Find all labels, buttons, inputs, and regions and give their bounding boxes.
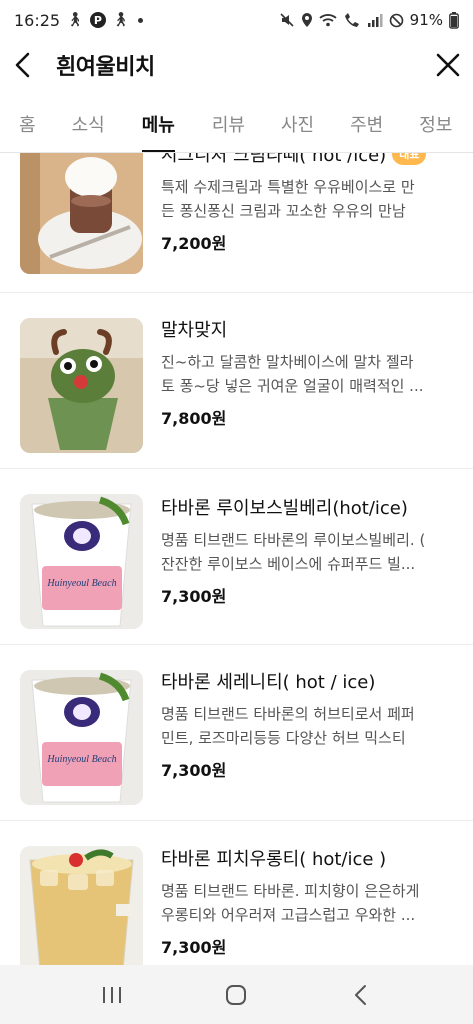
menu-item-image: Huinyeoul Beach [20, 670, 143, 805]
nav-back-button[interactable] [331, 972, 391, 1018]
description-line: 든 퐁신퐁신 크림과 꼬소한 우유의 만남 [161, 202, 406, 220]
recent-apps-button[interactable] [82, 972, 142, 1018]
menu-list: 시그니처 크림라떼( hot /ice) 대표 특제 수제크림과 특별한 우유베… [0, 153, 473, 965]
description-line: 명품 티브랜드 타바론의 허브티로서 페퍼 [161, 705, 415, 723]
menu-item-description: 명품 티브랜드 타바론의 허브티로서 페퍼 민트, 로즈마리등등 다양산 허브 … [161, 702, 455, 750]
back-icon [354, 984, 366, 1005]
description-line: 토 퐁~당 넣은 귀여운 얼굴이 매력적인 ... [161, 377, 424, 395]
description-line: 민트, 로즈마리등등 다양산 허브 믹스티 [161, 729, 406, 747]
tab-home[interactable]: 홈 [19, 95, 36, 152]
menu-item-description: 진~하고 달콤한 말차베이스에 말차 젤라 토 퐁~당 넣은 귀여운 얼굴이 매… [161, 350, 455, 398]
wifi-icon [319, 14, 337, 27]
status-time: 16:25 [14, 10, 61, 30]
description-line: 잔잔한 루이보스 베이스에 슈퍼푸드 빌... [161, 555, 416, 573]
cup-logo-text: Huinyeoul Beach [46, 578, 116, 589]
dnd-icon [389, 13, 403, 27]
menu-item-name: 말차맞지 [161, 316, 455, 342]
menu-item-title: 타바론 세레니티( hot / ice) [161, 672, 376, 693]
menu-item[interactable]: 타바론 피치우롱티( hot/ice ) 명품 티브랜드 타바론. 피치향이 은… [0, 821, 473, 965]
top-app-bar: 흰여울비치 [0, 40, 473, 90]
menu-item-image [20, 846, 143, 965]
dot-icon [137, 17, 143, 23]
menu-item-description: 명품 티브랜드 타바론. 피치향이 은은하게 우롱티와 어우러져 고급스럽고 우… [161, 879, 455, 927]
system-nav-bar [0, 965, 473, 1024]
battery-percent: 91% [409, 11, 443, 29]
menu-item-description: 명품 티브랜드 타바론의 루이보스빌베리. ( 잔잔한 루이보스 베이스에 슈퍼… [161, 528, 455, 576]
chevron-left-icon [15, 52, 30, 78]
tab-news[interactable]: 소식 [72, 95, 105, 152]
menu-item[interactable]: 말차맞지 진~하고 달콤한 말차베이스에 말차 젤라 토 퐁~당 넣은 귀여운 … [0, 293, 473, 469]
menu-item-name: 타바론 루이보스빌베리(hot/ice) [161, 494, 455, 520]
walk-icon: 🚶︎ [111, 12, 130, 28]
menu-item-price: 7,200원 [161, 234, 227, 253]
description-line: 명품 티브랜드 타바론의 루이보스빌베리. ( [161, 531, 426, 549]
menu-item-title: 타바론 피치우롱티( hot/ice ) [161, 849, 387, 870]
menu-item-name: 시그니처 크림라떼( hot /ice) 대표 [161, 153, 455, 167]
menu-item-image [20, 318, 143, 453]
menu-item-name: 타바론 세레니티( hot / ice) [161, 668, 455, 694]
menu-item-price: 7,300원 [161, 761, 227, 780]
menu-item-price: 7,300원 [161, 587, 227, 606]
menu-item-description: 특제 수제크림과 특별한 우유베이스로 만 든 퐁신퐁신 크림과 꼬소한 우유의… [161, 175, 455, 223]
menu-item-name: 타바론 피치우롱티( hot/ice ) [161, 845, 455, 871]
close-icon [436, 53, 460, 77]
menu-item-price: 7,300원 [161, 938, 227, 957]
home-button[interactable] [206, 972, 266, 1018]
menu-item[interactable]: Huinyeoul Beach 타바론 루이보스빌베리(hot/ice) 명품 … [0, 469, 473, 645]
tab-nearby[interactable]: 주변 [350, 95, 383, 152]
close-button[interactable] [421, 45, 461, 85]
menu-item[interactable]: 시그니처 크림라떼( hot /ice) 대표 특제 수제크림과 특별한 우유베… [0, 153, 473, 293]
description-line: 우롱티와 어우러져 고급스럽고 우와한 ... [161, 906, 416, 924]
menu-item-image: Huinyeoul Beach [20, 494, 143, 629]
wifi-call-icon [344, 13, 359, 27]
menu-item-price: 7,800원 [161, 409, 227, 428]
description-line: 진~하고 달콤한 말차베이스에 말차 젤라 [161, 353, 414, 371]
back-button[interactable] [12, 45, 52, 85]
tab-info[interactable]: 정보 [419, 95, 452, 152]
menu-item-image [20, 153, 143, 274]
signal-icon [367, 14, 383, 27]
battery-icon [449, 11, 459, 29]
tab-menu[interactable]: 메뉴 [141, 95, 175, 152]
signature-badge: 대표 [392, 153, 427, 165]
recent-apps-icon [103, 986, 122, 1003]
parking-icon: P [89, 12, 106, 28]
menu-item-title: 시그니처 크림라떼( hot /ice) [161, 153, 387, 166]
description-line: 명품 티브랜드 타바론. 피치향이 은은하게 [161, 882, 420, 900]
page-title: 흰여울비치 [56, 55, 155, 80]
status-bar: 16:25 🚶︎ P 🚶︎ 91% [0, 0, 473, 40]
tab-photos[interactable]: 사진 [281, 95, 314, 152]
tab-bar: 홈 소식 메뉴 리뷰 사진 주변 정보 [0, 95, 473, 153]
home-icon [226, 984, 247, 1005]
description-line: 특제 수제크림과 특별한 우유베이스로 만 [161, 178, 415, 196]
location-icon [301, 13, 312, 27]
tab-reviews[interactable]: 리뷰 [212, 95, 245, 152]
menu-item-title: 타바론 루이보스빌베리(hot/ice) [161, 498, 408, 519]
menu-item[interactable]: Huinyeoul Beach 타바론 세레니티( hot / ice) 명품 … [0, 645, 473, 821]
mute-icon [280, 13, 294, 27]
cup-logo-text: Huinyeoul Beach [46, 754, 116, 765]
walk-icon: 🚶︎ [66, 12, 84, 28]
menu-item-title: 말차맞지 [161, 320, 228, 341]
